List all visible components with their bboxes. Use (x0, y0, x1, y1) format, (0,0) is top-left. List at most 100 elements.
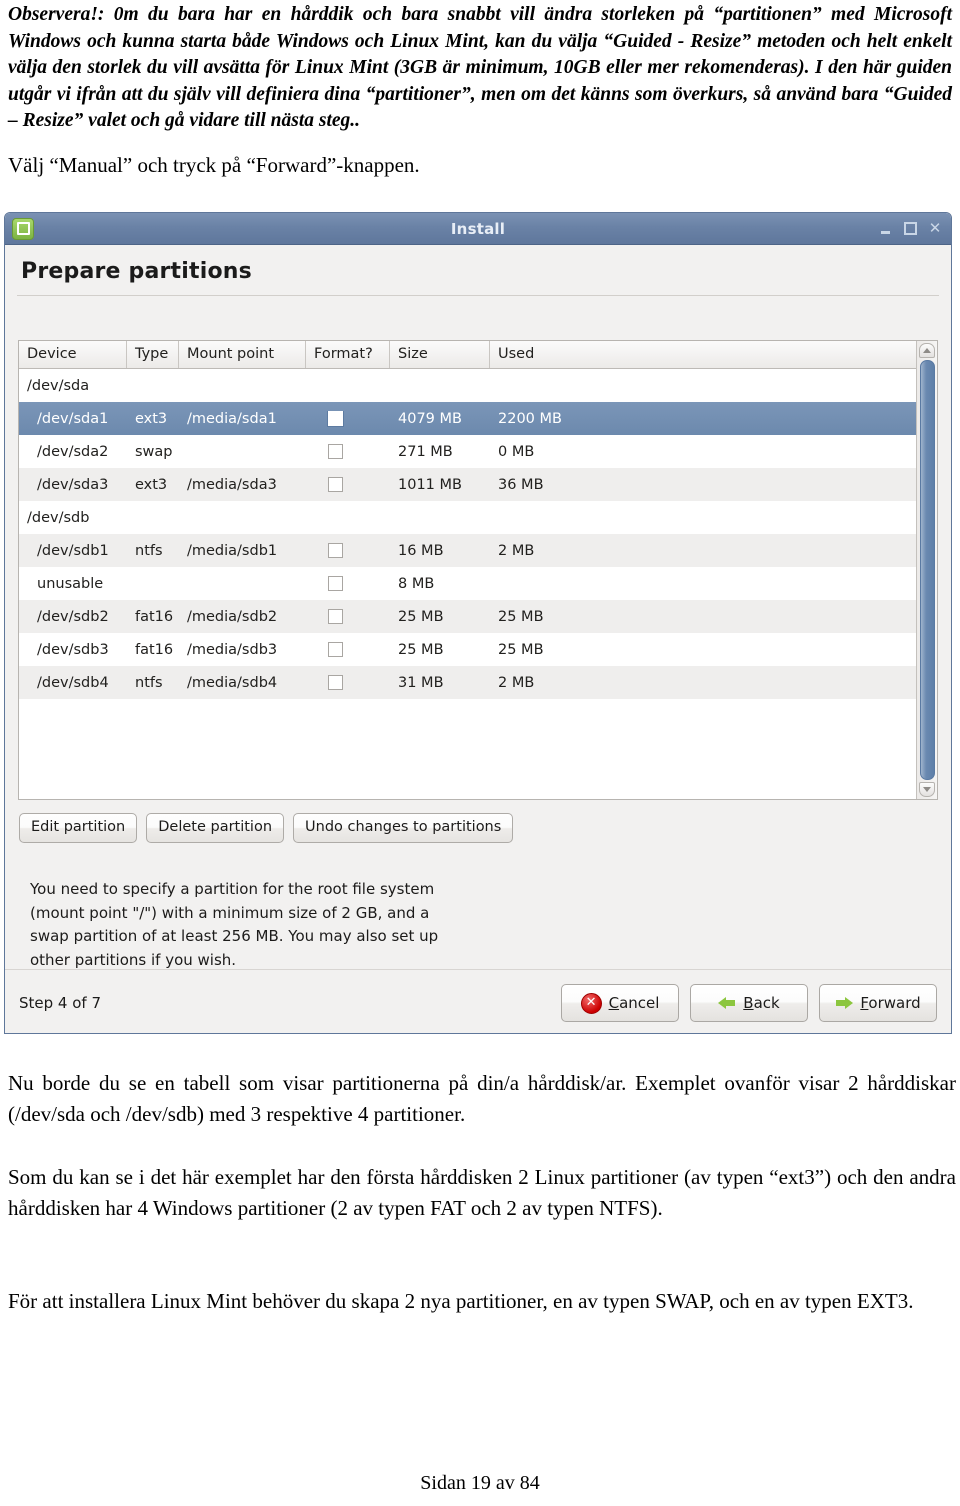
close-icon[interactable]: ✕ (928, 221, 942, 236)
cell-format (306, 642, 390, 658)
window-body: Prepare partitions Device Type Mount poi… (5, 245, 951, 1033)
window-title: Install (450, 219, 506, 238)
cell-mount-point: /media/sdb1 (187, 542, 278, 559)
cell-format (306, 444, 390, 460)
cell-device: /dev/sdb1 (37, 542, 109, 559)
after-paragraph-1: Nu borde du se en tabell som visar parti… (8, 1071, 956, 1126)
partition-table-body: /dev/sda/dev/sda1 ext3/media/sda1 4079 MB 2… (19, 369, 916, 699)
cell-size: 25 MB (398, 641, 444, 658)
scrollbar-thumb[interactable] (919, 360, 935, 780)
cell-mount-point: /media/sdb4 (187, 674, 278, 691)
after-paragraph-2: Som du kan se i det här exemplet har den… (8, 1165, 956, 1220)
cell-size: 31 MB (398, 674, 444, 691)
cell-type: ext3 (135, 410, 168, 427)
cell-device: /dev/sdb4 (37, 674, 109, 691)
cell-size: 25 MB (398, 608, 444, 625)
forward-button[interactable]: Forward (819, 984, 937, 1022)
cell-format (306, 477, 390, 493)
cell-format (306, 543, 390, 559)
install-window: Install ✕ Prepare partitions Device Type… (4, 212, 952, 1034)
window-titlebar[interactable]: Install ✕ (5, 213, 951, 245)
table-row[interactable]: /dev/sda1 ext3/media/sda1 4079 MB 2200 MB (19, 402, 916, 435)
forward-button-label: Forward (860, 994, 921, 1012)
cell-used: 2 MB (498, 542, 535, 559)
arrow-right-icon (835, 995, 854, 1011)
step-indicator: Step 4 of 7 (19, 994, 102, 1012)
cell-mount-point: /media/sdb2 (187, 608, 278, 625)
cell-device: /dev/sda3 (37, 476, 109, 493)
table-row-disk[interactable]: /dev/sdb (19, 501, 916, 534)
cell-format (306, 609, 390, 625)
undo-changes-button[interactable]: Undo changes to partitions (293, 813, 514, 843)
maximize-icon[interactable] (903, 222, 917, 236)
table-row[interactable]: /dev/sdb2 fat16/media/sdb2 25 MB 25 MB (19, 600, 916, 633)
format-checkbox[interactable] (328, 609, 343, 624)
cell-format (306, 576, 390, 592)
cell-mount-point: /media/sda3 (187, 476, 277, 493)
intro-paragraph: Observera!: 0m du bara har en hårddik oc… (8, 4, 952, 131)
arrow-left-icon (718, 995, 736, 1011)
cancel-button[interactable]: ✕ Cancel (561, 984, 679, 1022)
back-button[interactable]: Back (690, 984, 808, 1022)
cell-device: /dev/sda (27, 377, 90, 394)
cell-device: /dev/sdb2 (37, 608, 109, 625)
window-controls: ✕ (878, 221, 942, 236)
cell-used: 36 MB (498, 476, 544, 493)
column-header-type[interactable]: Type (127, 341, 179, 368)
help-text: You need to specify a partition for the … (30, 880, 439, 969)
format-checkbox[interactable] (328, 642, 343, 657)
heading-divider (17, 295, 939, 296)
format-checkbox[interactable] (328, 411, 343, 426)
column-header-device[interactable]: Device (19, 341, 127, 368)
table-row[interactable]: /dev/sda2 swap 271 MB 0 MB (19, 435, 916, 468)
column-header-mount-point[interactable]: Mount point (179, 341, 306, 368)
table-row[interactable]: /dev/sdb1 ntfs/media/sdb1 16 MB 2 MB (19, 534, 916, 567)
cell-device: /dev/sda1 (37, 410, 109, 427)
cell-size: 271 MB (398, 443, 453, 460)
column-header-format[interactable]: Format? (306, 341, 390, 368)
cell-device: /dev/sda2 (37, 443, 109, 460)
edit-partition-button[interactable]: Edit partition (19, 813, 138, 843)
cell-format (306, 411, 390, 427)
format-checkbox[interactable] (328, 477, 343, 492)
scroll-down-arrow-icon[interactable] (919, 782, 935, 797)
cell-used: 0 MB (498, 443, 535, 460)
cell-used: 25 MB (498, 641, 544, 658)
cell-size: 4079 MB (398, 410, 462, 427)
partition-table-scrollarea: Device Type Mount point Format? Size Use… (19, 341, 916, 799)
cell-type: fat16 (135, 608, 174, 625)
table-row[interactable]: /dev/sda3 ext3/media/sda3 1011 MB 36 MB (19, 468, 916, 501)
partition-action-buttons: Edit partition Delete partition Undo cha… (19, 813, 514, 843)
cell-used: 25 MB (498, 608, 544, 625)
instruction-paragraph: Välj “Manual” och tryck på “Forward”-kna… (8, 153, 420, 177)
column-header-used[interactable]: Used (490, 341, 610, 368)
cell-type: swap (135, 443, 173, 460)
cell-type: fat16 (135, 641, 174, 658)
cell-used: 2 MB (498, 674, 535, 691)
delete-partition-button[interactable]: Delete partition (146, 813, 285, 843)
format-checkbox[interactable] (328, 543, 343, 558)
back-button-label: Back (743, 994, 780, 1012)
page-title: Prepare partitions (21, 259, 252, 284)
vertical-scrollbar[interactable] (916, 341, 937, 799)
minimize-icon[interactable] (878, 222, 892, 236)
format-checkbox[interactable] (328, 675, 343, 690)
table-row[interactable]: unusable 8 MB (19, 567, 916, 600)
linux-mint-logo-icon (12, 217, 34, 240)
after-paragraph-3: För att installera Linux Mint behöver du… (8, 1289, 914, 1313)
cell-mount-point: /media/sda1 (187, 410, 277, 427)
table-row-disk[interactable]: /dev/sda (19, 369, 916, 402)
column-header-size[interactable]: Size (390, 341, 490, 368)
cell-mount-point: /media/sdb3 (187, 641, 278, 658)
cell-device: /dev/sdb (27, 509, 90, 526)
format-checkbox[interactable] (328, 444, 343, 459)
scroll-up-arrow-icon[interactable] (919, 343, 935, 358)
table-row[interactable]: /dev/sdb3 fat16/media/sdb3 25 MB 25 MB (19, 633, 916, 666)
format-checkbox[interactable] (328, 576, 343, 591)
cancel-x-icon: ✕ (580, 992, 602, 1014)
cell-size: 8 MB (398, 575, 435, 592)
table-row[interactable]: /dev/sdb4 ntfs/media/sdb4 31 MB 2 MB (19, 666, 916, 699)
cell-type: ntfs (135, 542, 163, 559)
page-footer: Sidan 19 av 84 (420, 1472, 540, 1494)
cell-size: 1011 MB (398, 476, 462, 493)
